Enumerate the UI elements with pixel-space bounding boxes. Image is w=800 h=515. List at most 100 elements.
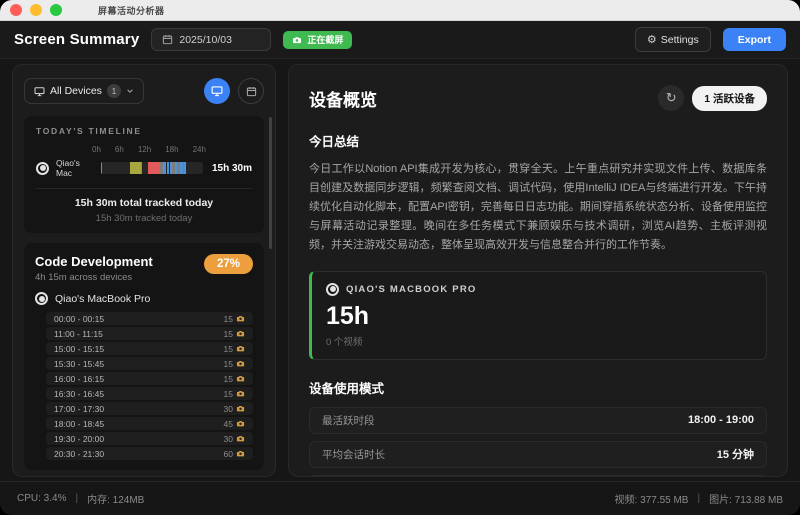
app-window: 屏幕活动分析器 Screen Summary 2025/10/03 正在截屏 ⚙ bbox=[0, 0, 800, 515]
device-dot-icon bbox=[326, 283, 339, 296]
device-overview-title: 设备概览 bbox=[309, 86, 377, 111]
session-count: 60 bbox=[224, 449, 233, 459]
session-time: 18:00 - 18:45 bbox=[54, 419, 104, 429]
session-time: 15:30 - 15:45 bbox=[54, 359, 104, 369]
separator: | bbox=[75, 493, 78, 504]
device-filter-dropdown[interactable]: All Devices 1 bbox=[24, 78, 144, 104]
settings-button[interactable]: ⚙ Settings bbox=[635, 27, 711, 52]
category-device-name: Qiao's MacBook Pro bbox=[55, 293, 150, 305]
summary-text: 今日工作以Notion API集成开发为核心，贯穿全天。上午重点研究并实现文件上… bbox=[309, 160, 767, 255]
timeline-total-secondary: 15h 30m tracked today bbox=[36, 213, 252, 224]
memory-usage: 内存: 124MB bbox=[87, 491, 144, 506]
category-subtitle: 4h 15m across devices bbox=[35, 272, 153, 283]
stat-value: 18:00 - 19:00 bbox=[688, 414, 754, 426]
axis-tick: 18h bbox=[165, 145, 178, 154]
active-devices-badge: 1 活跃设备 bbox=[692, 86, 767, 111]
session-time: 19:30 - 20:00 bbox=[54, 434, 104, 444]
screen-view-button[interactable] bbox=[204, 78, 230, 104]
summary-title: 今日总结 bbox=[309, 131, 767, 150]
today-timeline-card: TODAY'S TIMELINE 0h 6h 12h 18h 24h Qiao'… bbox=[24, 116, 264, 233]
timeline-device-row: Qiao's Mac 15h 30m bbox=[36, 158, 252, 178]
close-window-button[interactable] bbox=[10, 4, 22, 16]
minimize-window-button[interactable] bbox=[30, 4, 42, 16]
session-time: 00:00 - 00:15 bbox=[54, 314, 104, 324]
camera-icon bbox=[236, 419, 245, 428]
separator: | bbox=[697, 493, 700, 504]
right-panel-header: 设备概览 ↻ 1 活跃设备 bbox=[309, 85, 767, 111]
gear-icon: ⚙ bbox=[647, 33, 657, 46]
date-picker[interactable]: 2025/10/03 bbox=[151, 28, 271, 51]
device-card-hours: 15h bbox=[326, 302, 752, 331]
session-row[interactable]: 16:00 - 16:15 15 bbox=[46, 372, 253, 385]
session-row[interactable]: 15:00 - 15:15 15 bbox=[46, 342, 253, 355]
camera-icon bbox=[292, 35, 302, 45]
date-value: 2025/10/03 bbox=[179, 34, 232, 46]
refresh-icon: ↻ bbox=[666, 90, 677, 106]
stat-row-avg-session: 平均会话时长 15 分钟 bbox=[309, 441, 767, 468]
export-button[interactable]: Export bbox=[723, 28, 786, 51]
category-header: Code Development 4h 15m across devices 2… bbox=[35, 254, 253, 283]
stat-value: 15 分钟 bbox=[717, 446, 754, 462]
video-storage: 视频: 377.55 MB bbox=[615, 491, 689, 506]
session-count: 15 bbox=[224, 344, 233, 354]
session-count: 45 bbox=[224, 419, 233, 429]
timeline-axis: 0h 6h 12h 18h 24h bbox=[92, 145, 206, 154]
calendar-icon bbox=[246, 86, 257, 97]
session-row[interactable]: 19:30 - 20:00 30 bbox=[46, 432, 253, 445]
session-list: 00:00 - 00:15 15 11:00 - 11:15 15 15:00 … bbox=[46, 312, 253, 460]
calendar-icon bbox=[162, 34, 173, 45]
session-count: 15 bbox=[224, 359, 233, 369]
zoom-window-button[interactable] bbox=[50, 4, 62, 16]
timeline-bar[interactable] bbox=[101, 162, 203, 174]
timeline-device-name: Qiao's Mac bbox=[56, 158, 94, 178]
camera-icon bbox=[236, 359, 245, 368]
recording-status-badge: 正在截屏 bbox=[283, 31, 352, 49]
device-count-badge: 1 bbox=[107, 84, 121, 98]
device-dot-icon bbox=[35, 292, 48, 305]
session-row[interactable]: 00:00 - 00:15 15 bbox=[46, 312, 253, 325]
device-filter-label: All Devices bbox=[50, 85, 102, 97]
left-panel: All Devices 1 bbox=[12, 64, 276, 477]
camera-icon bbox=[236, 329, 245, 338]
left-panel-scrollbar[interactable] bbox=[269, 117, 272, 249]
calendar-view-button[interactable] bbox=[238, 78, 264, 104]
timeline-title: TODAY'S TIMELINE bbox=[36, 126, 252, 136]
monitor-icon bbox=[34, 86, 45, 97]
session-row[interactable]: 16:30 - 16:45 15 bbox=[46, 387, 253, 400]
session-count: 30 bbox=[224, 434, 233, 444]
session-count: 15 bbox=[224, 389, 233, 399]
session-time: 15:00 - 15:15 bbox=[54, 344, 104, 354]
stat-label: 平均会话时长 bbox=[322, 447, 385, 462]
usage-pattern-title: 设备使用模式 bbox=[309, 378, 767, 397]
recording-status-label: 正在截屏 bbox=[307, 33, 343, 46]
session-row[interactable]: 17:00 - 17:30 30 bbox=[46, 402, 253, 415]
session-time: 11:00 - 11:15 bbox=[54, 329, 103, 339]
session-row[interactable]: 11:00 - 11:15 15 bbox=[46, 327, 253, 340]
session-row[interactable]: 15:30 - 15:45 15 bbox=[46, 357, 253, 370]
refresh-button[interactable]: ↻ bbox=[658, 85, 684, 111]
category-card-code-development: Code Development 4h 15m across devices 2… bbox=[24, 243, 264, 470]
session-row[interactable]: 18:00 - 18:45 45 bbox=[46, 417, 253, 430]
stat-row-most-active: 最活跃时段 18:00 - 19:00 bbox=[309, 407, 767, 434]
window-title: 屏幕活动分析器 bbox=[98, 4, 165, 17]
device-card-name: QIAO'S MACBOOK PRO bbox=[346, 284, 476, 295]
session-time: 17:00 - 17:30 bbox=[54, 404, 104, 414]
camera-icon bbox=[236, 449, 245, 458]
session-time: 20:30 - 21:30 bbox=[54, 449, 104, 459]
axis-tick: 24h bbox=[193, 145, 206, 154]
camera-icon bbox=[236, 404, 245, 413]
session-count: 30 bbox=[224, 404, 233, 414]
session-row[interactable]: 20:30 - 21:30 60 bbox=[46, 447, 253, 460]
axis-tick: 6h bbox=[115, 145, 124, 154]
category-percent-badge: 27% bbox=[204, 254, 253, 274]
camera-icon bbox=[236, 344, 245, 353]
device-card: QIAO'S MACBOOK PRO 15h 0 个视频 bbox=[309, 271, 767, 360]
status-bar: CPU: 3.4% | 内存: 124MB 视频: 377.55 MB | 图片… bbox=[0, 481, 800, 515]
settings-label: Settings bbox=[661, 34, 699, 46]
stat-label: 最活跃时段 bbox=[322, 413, 375, 428]
session-time: 16:30 - 16:45 bbox=[54, 389, 104, 399]
category-device-row: Qiao's MacBook Pro bbox=[35, 292, 253, 305]
axis-tick: 12h bbox=[138, 145, 151, 154]
camera-icon bbox=[236, 374, 245, 383]
cpu-usage: CPU: 3.4% bbox=[17, 493, 66, 504]
